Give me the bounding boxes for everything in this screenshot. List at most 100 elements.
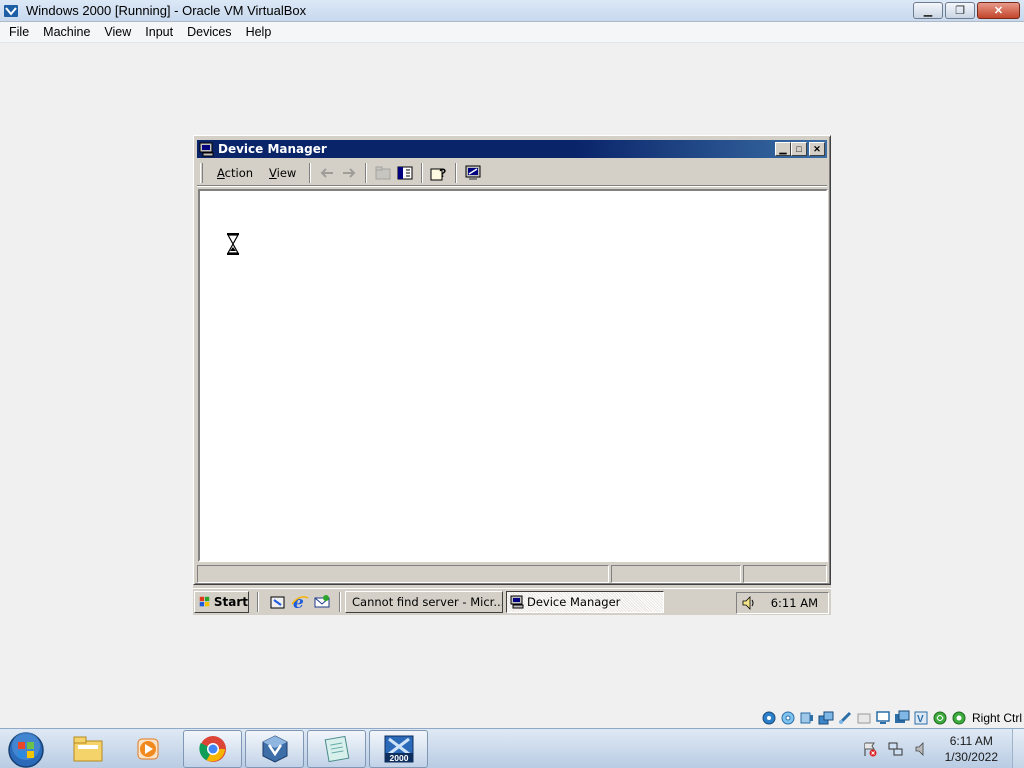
- maximize-icon: □: [796, 143, 802, 154]
- windows-logo-icon: [199, 596, 210, 607]
- audio-icon[interactable]: [799, 710, 816, 727]
- minimize-icon: ▁: [779, 143, 787, 154]
- hourglass-icon: [226, 233, 240, 255]
- mouse-integration-icon[interactable]: [932, 710, 949, 727]
- menu-devices[interactable]: Devices: [180, 25, 238, 39]
- usb-icon[interactable]: [837, 710, 854, 727]
- network-icon[interactable]: [818, 710, 835, 727]
- device-tree-pane[interactable]: [198, 189, 828, 562]
- media-player-icon: [137, 738, 158, 760]
- dm-maximize-button[interactable]: □: [791, 142, 807, 156]
- taskbar-chrome[interactable]: [183, 730, 242, 768]
- windows-start-orb[interactable]: [6, 731, 46, 768]
- show-desktop-icon[interactable]: [269, 593, 287, 611]
- taskbar-file-explorer[interactable]: [58, 730, 117, 768]
- menu-help[interactable]: Help: [239, 25, 279, 39]
- device-manager-icon: [199, 142, 214, 157]
- device-manager-window: Device Manager ▁ □ ✕ Action View ?: [193, 135, 831, 585]
- close-button[interactable]: ✕: [977, 2, 1020, 19]
- dm-minimize-button[interactable]: ▁: [775, 142, 791, 156]
- back-arrow-icon[interactable]: [316, 163, 338, 183]
- volume-icon[interactable]: [913, 740, 931, 758]
- vbox-statusbar: V Right Ctrl: [761, 708, 1022, 728]
- status-pane-main: [197, 565, 609, 583]
- toolbar-separator: [421, 162, 424, 183]
- windows-2000-vm-icon: 2000: [384, 735, 413, 763]
- restore-icon: ❐: [955, 5, 965, 17]
- help-icon[interactable]: ?: [428, 163, 450, 183]
- host-system-tray: 6:11 AM 1/30/2022: [857, 729, 1024, 768]
- device-manager-title: Device Manager: [218, 142, 327, 156]
- show-desktop-button[interactable]: [1012, 729, 1024, 768]
- scan-hardware-icon[interactable]: [462, 163, 484, 183]
- volume-icon[interactable]: [741, 595, 757, 611]
- host-window-title: Windows 2000 [Running] - Oracle VM Virtu…: [26, 3, 307, 18]
- quick-launch: e: [269, 593, 331, 611]
- hard-disk-icon[interactable]: [761, 710, 778, 727]
- close-icon: ✕: [993, 5, 1004, 17]
- network-icon[interactable]: [887, 740, 905, 758]
- vm-badge-text: 2000: [389, 753, 408, 763]
- guest-system-tray: 6:11 AM: [736, 592, 829, 614]
- host-clock[interactable]: 6:11 AM 1/30/2022: [945, 733, 998, 765]
- svg-text:?: ?: [439, 166, 446, 180]
- shared-folder-icon[interactable]: [856, 710, 873, 727]
- device-manager-titlebar[interactable]: Device Manager ▁ □ ✕: [197, 140, 827, 158]
- taskbar-virtualbox[interactable]: [245, 730, 304, 768]
- toolbar-separator: [365, 162, 368, 183]
- restore-button[interactable]: ❐: [945, 2, 975, 19]
- internet-explorer-icon[interactable]: e: [291, 593, 309, 611]
- host-date: 1/30/2022: [944, 750, 998, 764]
- host-key-label[interactable]: Right Ctrl: [972, 711, 1022, 725]
- toolbar-separator: [455, 162, 458, 183]
- taskbar-notepad[interactable]: [307, 730, 366, 768]
- minimize-button[interactable]: ▁: [913, 2, 943, 19]
- taskbar-separator: [339, 592, 341, 612]
- host-menubar: File Machine View Input Devices Help: [0, 22, 1024, 43]
- action-center-flag-icon[interactable]: [861, 740, 879, 758]
- up-folder-icon[interactable]: [372, 163, 394, 183]
- forward-arrow-icon[interactable]: [338, 163, 360, 183]
- optical-drive-icon[interactable]: [780, 710, 797, 727]
- svg-text:V: V: [917, 714, 924, 725]
- dm-close-button[interactable]: ✕: [809, 142, 825, 156]
- toolbar-separator: [309, 162, 312, 183]
- file-explorer-icon: [73, 736, 102, 762]
- status-pane-2: [611, 565, 741, 583]
- host-titlebar: Windows 2000 [Running] - Oracle VM Virtu…: [0, 0, 1024, 22]
- host-window-controls: ▁ ❐ ✕: [913, 2, 1020, 19]
- device-manager-toolbar: Action View ?: [197, 160, 827, 186]
- chrome-icon: [198, 736, 226, 762]
- menu-machine[interactable]: Machine: [36, 25, 97, 39]
- menu-file[interactable]: File: [2, 25, 36, 39]
- close-icon: ✕: [813, 143, 821, 154]
- device-manager-controls: ▁ □ ✕: [775, 142, 825, 156]
- keyboard-icon[interactable]: [951, 710, 968, 727]
- host-time: 6:11 AM: [949, 734, 993, 748]
- start-label: Start: [213, 595, 248, 609]
- guest-clock[interactable]: 6:11 AM: [771, 596, 818, 610]
- virtualbox-icon: [4, 5, 18, 17]
- action-menu[interactable]: Action: [209, 166, 261, 180]
- start-button[interactable]: Start: [194, 591, 249, 613]
- menu-input[interactable]: Input: [138, 25, 180, 39]
- guest-screen[interactable]: Device Manager ▁ □ ✕ Action View ? Start…: [193, 135, 831, 615]
- cpu-icon[interactable]: V: [913, 710, 930, 727]
- menu-view[interactable]: View: [97, 25, 138, 39]
- display-icon[interactable]: [875, 710, 892, 727]
- guest-taskbar: Start e e Cannot find server - Micr... D…: [193, 588, 831, 615]
- taskbar-media-player[interactable]: [118, 730, 177, 768]
- view-menu[interactable]: View: [261, 166, 304, 180]
- video-capture-icon[interactable]: [894, 710, 911, 727]
- task-internet-explorer[interactable]: e Cannot find server - Micr...: [345, 591, 503, 613]
- task-device-manager[interactable]: Device Manager: [506, 591, 664, 613]
- taskbar-windows-2000-vm[interactable]: 2000: [369, 730, 428, 768]
- outlook-express-icon[interactable]: [313, 593, 331, 611]
- status-pane-3: [743, 565, 827, 583]
- virtualbox-icon: [262, 735, 287, 763]
- toolbar-grip: [200, 162, 203, 183]
- notepad-icon: [324, 735, 349, 763]
- show-hide-tree-icon[interactable]: [394, 163, 416, 183]
- taskbar-separator: [257, 592, 259, 612]
- device-manager-icon: [510, 595, 524, 609]
